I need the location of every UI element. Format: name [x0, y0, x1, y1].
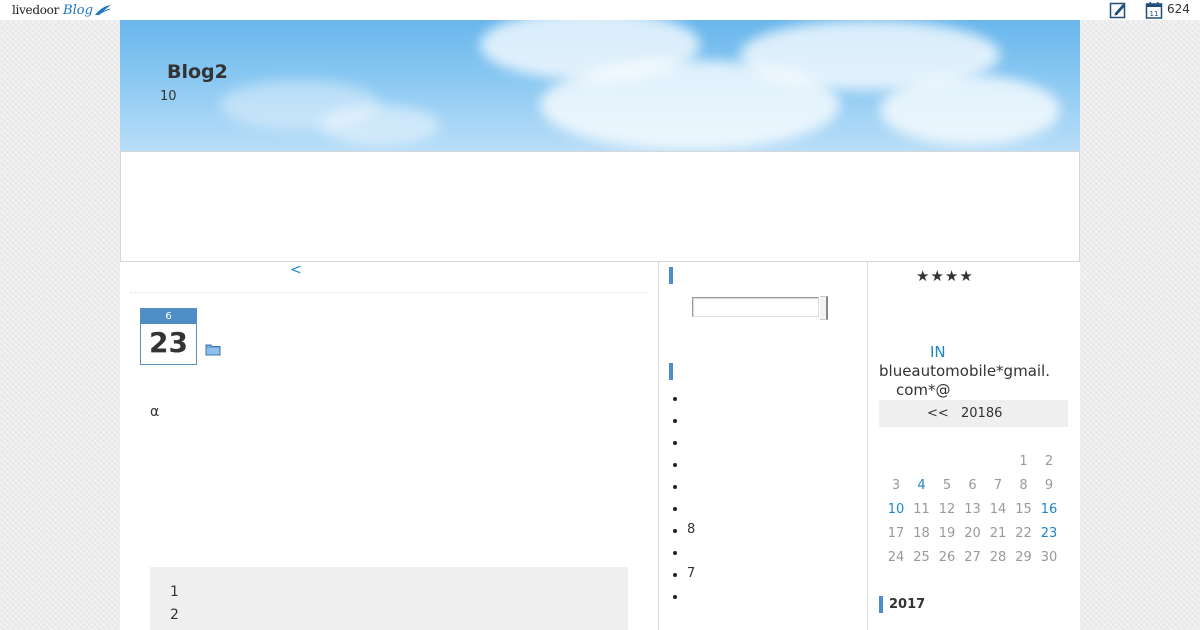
post-month: 6 [141, 309, 196, 324]
rating-stars: ★★★★ [916, 267, 974, 285]
logo-blog-text: Blog [63, 2, 93, 18]
contact-email-line-2: com*@ [896, 381, 951, 399]
divider [130, 292, 648, 293]
calendar-day[interactable]: 16 [1036, 502, 1062, 517]
post-info-box: 1 2 [150, 567, 628, 630]
list-item[interactable] [673, 453, 695, 475]
section-marker [669, 363, 673, 380]
calendar-day: 19 [938, 526, 956, 541]
cloud-decoration [320, 105, 440, 145]
in-link[interactable]: IN [930, 343, 946, 361]
livedoor-topbar: livedoor Blog 11 624 [0, 0, 1200, 20]
calendar-day: 21 [989, 526, 1007, 541]
calendar-day: 6 [968, 478, 977, 493]
list-item[interactable] [673, 431, 695, 453]
calendar-day: 1 [1019, 454, 1028, 469]
prev-post-link[interactable]: < [290, 262, 302, 278]
access-count: 624 [1167, 2, 1190, 16]
list-item[interactable]: 7 [673, 563, 695, 585]
list-item[interactable] [673, 387, 695, 409]
calendar-day: 14 [989, 502, 1007, 517]
calendar-day: 20 [964, 526, 981, 541]
calendar-day: 5 [942, 478, 952, 493]
blog-header: Blog2 10 [120, 20, 1080, 151]
category-list: 8 7 [673, 387, 695, 607]
calendar-day: 3 [891, 478, 901, 493]
list-item[interactable] [673, 475, 695, 497]
calendar-day[interactable]: 10 [883, 502, 909, 517]
section-marker [669, 267, 673, 284]
calendar-day: 15 [1015, 502, 1032, 517]
list-item[interactable] [673, 541, 695, 563]
calendar-day: 26 [938, 550, 956, 565]
blog-subtitle: 10 [160, 89, 177, 104]
post-body-text: α [150, 404, 160, 420]
calendar-month-label: 20186 [961, 406, 1003, 421]
calendar-day: 24 [887, 550, 905, 565]
logo-livedoor-text: livedoor [12, 3, 60, 17]
contact-email-line-1: blueautomobile*gmail. [879, 362, 1050, 380]
calendar-icon-number: 11 [1150, 10, 1159, 18]
post-date-badge: 6 23 [140, 308, 197, 365]
search-input[interactable] [692, 297, 819, 317]
wing-icon [94, 5, 111, 16]
folder-icon[interactable] [205, 342, 221, 356]
cloud-decoration [880, 75, 1060, 145]
calendar-header: << 20186 [879, 400, 1068, 427]
calendar-day[interactable]: 23 [1036, 526, 1062, 541]
content-area: < 6 23 α 1 2 8 7 ★★★★ IN blueautomobile*… [120, 262, 1080, 630]
calendar-day[interactable]: 4 [909, 478, 935, 493]
calendar-day: 9 [1044, 478, 1054, 493]
list-item[interactable]: 8 [673, 519, 695, 541]
calendar-day: 8 [1019, 478, 1028, 493]
calendar-day: 13 [964, 502, 981, 517]
livedoor-blog-logo[interactable]: livedoor Blog [12, 1, 112, 19]
info-line-2: 2 [170, 607, 179, 623]
calendar-prev-link[interactable]: << [927, 400, 949, 427]
edit-icon[interactable] [1109, 1, 1127, 19]
list-item[interactable] [673, 497, 695, 519]
calendar-day: 27 [964, 550, 981, 565]
calendar-day: 25 [913, 550, 930, 565]
section-marker [879, 596, 883, 613]
calendar-day: 2 [1044, 454, 1054, 469]
info-line-1: 1 [170, 584, 179, 600]
calendar-icon[interactable]: 11 [1145, 1, 1163, 19]
ad-area [120, 151, 1080, 262]
search-button[interactable] [820, 296, 828, 320]
calendar-day: 28 [989, 550, 1007, 565]
calendar-day: 7 [993, 478, 1003, 493]
calendar-day: 22 [1015, 526, 1032, 541]
calendar-day: 12 [938, 502, 956, 517]
blog-title[interactable]: Blog2 [167, 61, 228, 83]
calendar-day: 17 [887, 526, 905, 541]
sidebar-right: ★★★★ IN blueautomobile*gmail. com*@ << 2… [878, 262, 1078, 630]
post-day: 23 [149, 326, 188, 359]
archive-year[interactable]: 2017 [889, 597, 925, 612]
list-item[interactable] [673, 409, 695, 431]
search-form [692, 296, 834, 321]
sidebar-middle: 8 7 [658, 262, 868, 630]
calendar-day: 11 [913, 502, 930, 517]
calendar-day: 18 [913, 526, 930, 541]
calendar-day: 29 [1015, 550, 1032, 565]
calendar-day: 30 [1040, 550, 1058, 565]
list-item[interactable] [673, 585, 695, 607]
